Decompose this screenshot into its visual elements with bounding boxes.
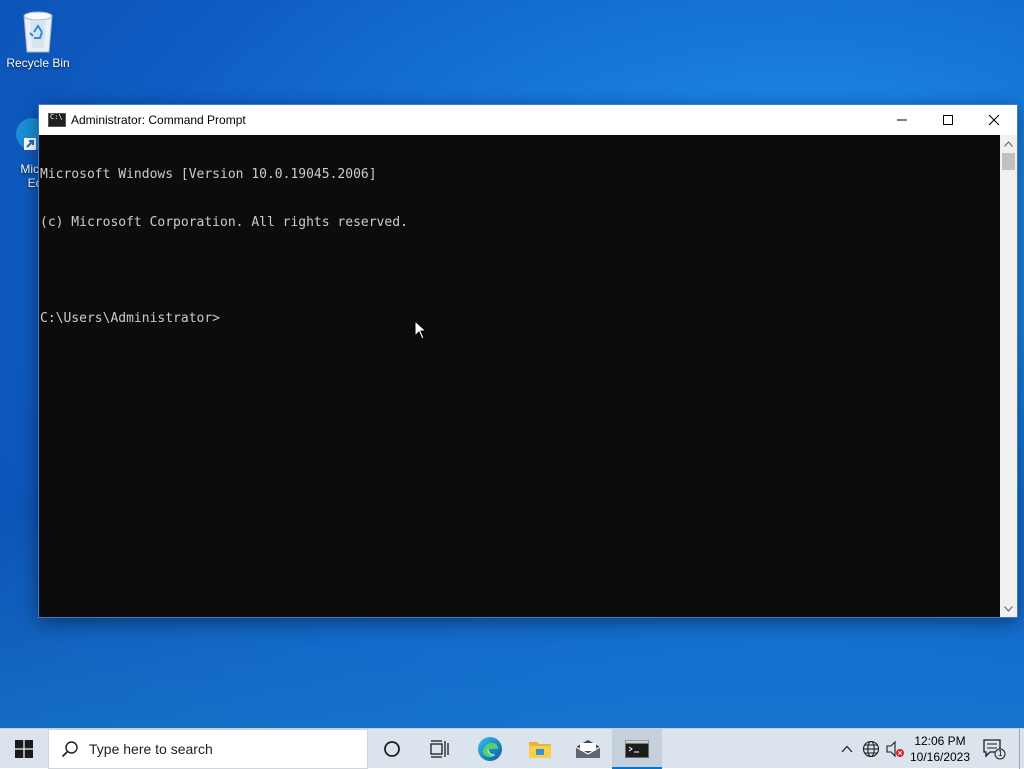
edge-taskbar-button[interactable] xyxy=(466,729,514,769)
console-prompt-line: C:\Users\Administrator> xyxy=(40,311,221,326)
cortana-circle-icon xyxy=(384,741,400,757)
windows-logo-icon xyxy=(15,740,33,758)
search-icon xyxy=(61,741,78,758)
chevron-up-icon xyxy=(1004,140,1013,147)
scroll-up-button[interactable] xyxy=(1000,135,1017,152)
minimize-button[interactable] xyxy=(879,105,925,135)
recycle-bin-icon xyxy=(16,6,60,54)
title-bar[interactable]: Administrator: Command Prompt xyxy=(39,105,1017,135)
task-view-button[interactable] xyxy=(416,729,464,769)
clock-date: 10/16/2023 xyxy=(909,750,971,764)
start-button[interactable] xyxy=(0,729,48,769)
chevron-up-icon xyxy=(841,745,853,753)
maximize-icon xyxy=(943,115,953,125)
notification-count: 1 xyxy=(998,749,1003,758)
desktop: Recycle Bin Micro Ed Administrator: Comm… xyxy=(0,0,1024,728)
vertical-scrollbar[interactable] xyxy=(1000,135,1017,617)
folder-icon xyxy=(529,742,551,758)
console-line: Microsoft Windows [Version 10.0.19045.20… xyxy=(40,167,377,182)
command-prompt-window[interactable]: Administrator: Command Prompt Microsoft … xyxy=(38,104,1018,618)
cmd-app-icon xyxy=(48,113,66,127)
maximize-button[interactable] xyxy=(925,105,971,135)
close-icon xyxy=(988,114,1000,126)
show-desktop-button[interactable] xyxy=(1019,729,1024,769)
cortana-button[interactable] xyxy=(368,729,416,769)
command-prompt-taskbar-button[interactable] xyxy=(612,729,662,769)
console-output[interactable]: Microsoft Windows [Version 10.0.19045.20… xyxy=(39,135,999,617)
chevron-down-icon xyxy=(1004,605,1013,612)
clock[interactable]: 12:06 PM 10/16/2023 xyxy=(905,729,975,769)
task-view-icon xyxy=(430,740,449,758)
file-explorer-button[interactable] xyxy=(516,729,564,769)
mouse-cursor-icon xyxy=(414,319,428,344)
search-box[interactable]: Type here to search xyxy=(48,729,368,769)
network-button[interactable] xyxy=(860,729,882,769)
globe-network-icon xyxy=(862,740,880,758)
window-title: Administrator: Command Prompt xyxy=(71,113,246,127)
edge-icon xyxy=(478,737,502,761)
recycle-bin-shortcut[interactable]: Recycle Bin xyxy=(0,6,76,70)
taskbar: Type here to search 12:06 PM 10/16/2023 … xyxy=(0,728,1024,769)
volume-button[interactable] xyxy=(884,729,906,769)
minimize-icon xyxy=(897,119,907,121)
action-center-button[interactable]: 1 xyxy=(978,729,1010,769)
mail-button[interactable] xyxy=(564,729,612,769)
clock-time: 12:06 PM xyxy=(914,734,966,748)
scroll-thumb[interactable] xyxy=(1002,153,1015,170)
cmd-icon xyxy=(625,740,649,758)
search-placeholder: Type here to search xyxy=(89,741,213,757)
speaker-muted-icon xyxy=(886,740,904,758)
show-hidden-icons-button[interactable] xyxy=(836,729,858,769)
close-button[interactable] xyxy=(971,105,1017,135)
console-line: (c) Microsoft Corporation. All rights re… xyxy=(40,215,408,230)
recycle-bin-label: Recycle Bin xyxy=(6,56,70,70)
mail-icon xyxy=(575,740,601,758)
scroll-down-button[interactable] xyxy=(1000,600,1017,617)
